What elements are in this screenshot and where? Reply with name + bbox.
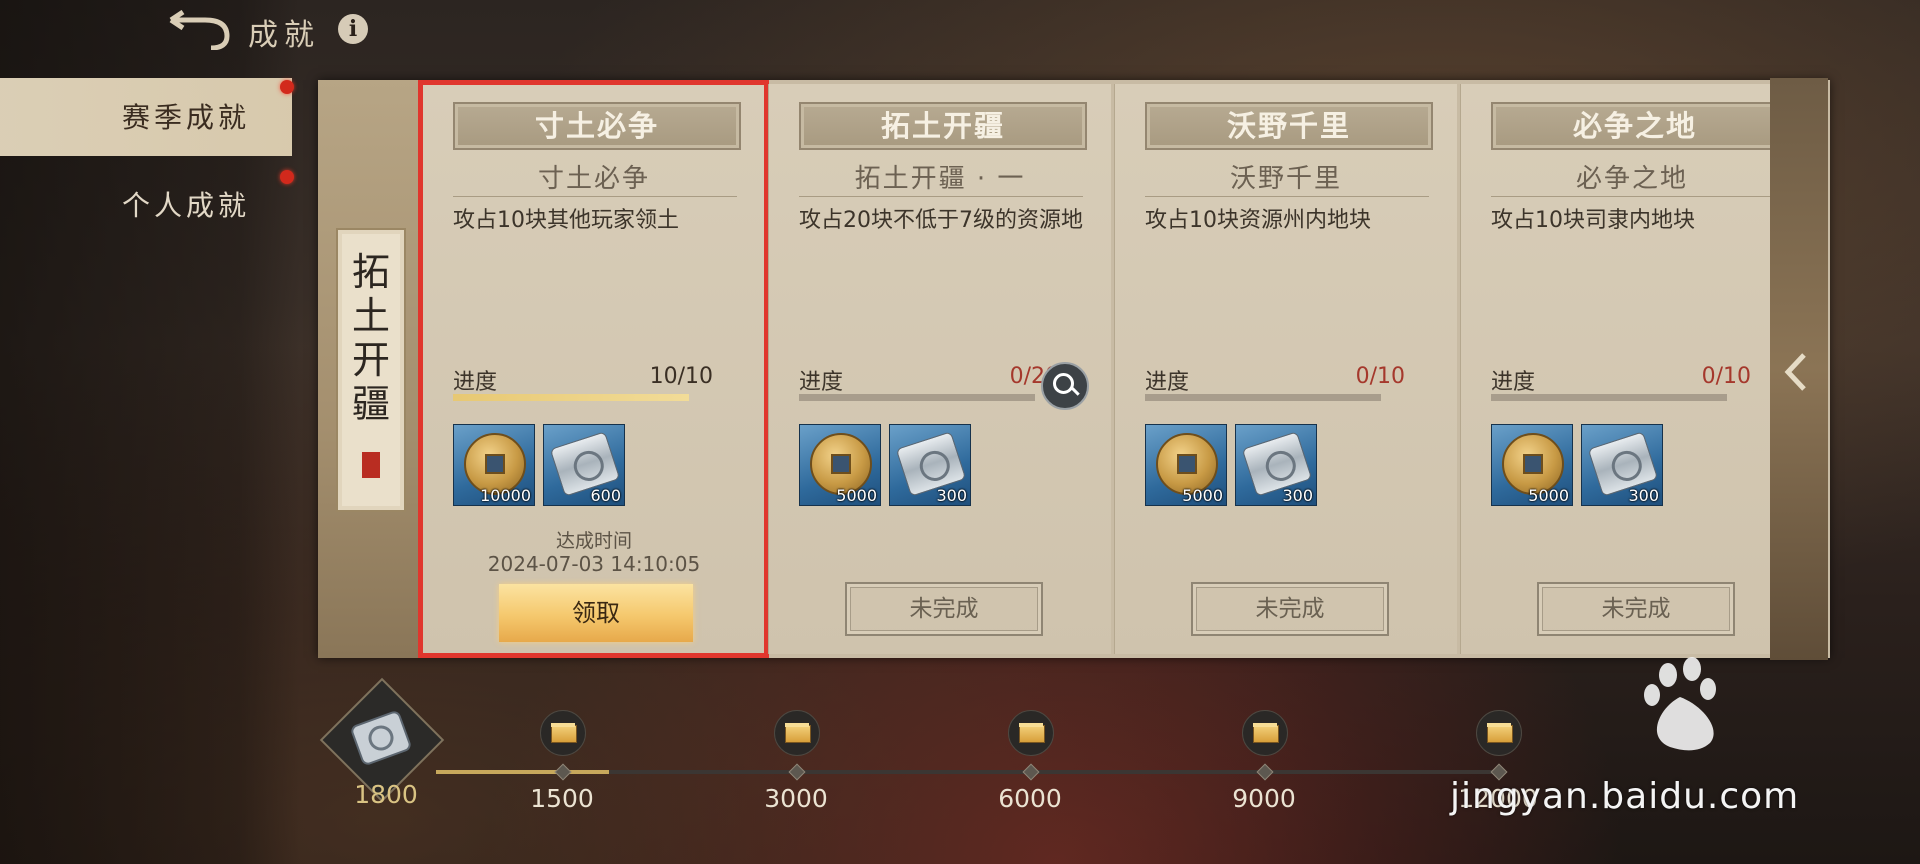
claim-button[interactable]: 领取 [499,584,693,642]
incomplete-button[interactable]: 未完成 [1537,582,1735,636]
card-title-banner: 拓土开疆 [799,102,1087,150]
card-description: 攻占10块司隶内地块 [1491,208,1695,233]
reward-item[interactable]: 5000 [1145,424,1227,506]
reward-quantity: 300 [936,486,967,505]
reward-quantity: 10000 [480,486,531,505]
card-subtitle: 必争之地 [1575,164,1688,194]
progress-bar [1491,394,1727,401]
card-description: 攻占20块不低于7级的资源地 [799,208,1083,233]
achievement-card: 沃野千里 沃野千里 攻占10块资源州内地块 进度 0/10 5000 300 未完成 [1114,84,1457,654]
milestone-label: 3000 [764,784,828,813]
card-subtitle: 沃野千里 [1229,164,1342,194]
card-title: 沃野千里 [1226,109,1351,143]
progress-label: 进度 [1491,370,1536,395]
progress-label: 进度 [799,370,844,395]
card-title: 拓土开疆 [880,109,1005,143]
milestone-label: 9000 [1232,784,1296,813]
milestone-chest-icon[interactable] [774,710,820,756]
category-scroll: 拓土开疆 [336,228,406,512]
tab-personal-achievements[interactable]: 个人成就 [0,166,292,244]
card-title: 必争之地 [1572,109,1697,143]
milestone-chest-icon[interactable] [1008,710,1054,756]
achievement-card: 必争之地 必争之地 攻占10块司隶内地块 进度 0/10 5000 300 未完成 [1460,84,1803,654]
progress-label: 进度 [1145,370,1190,395]
category-label: 拓土开疆 [351,250,390,426]
milestone-chest-icon[interactable] [1242,710,1288,756]
card-title-banner: 寸土必争 [453,102,741,150]
watermark-url: jingyan.baidu.com [1450,776,1800,817]
progress-label: 进度 [453,370,498,395]
scroll-left-arrow-icon[interactable] [1784,352,1808,392]
page-title: 成就 [248,18,320,53]
incomplete-button[interactable]: 未完成 [845,582,1043,636]
card-title: 寸土必争 [534,109,659,143]
info-icon[interactable]: i [338,14,368,44]
current-score: 1800 [354,780,418,809]
reward-quantity: 5000 [1182,486,1223,505]
completion-label: 达成时间 [555,530,632,552]
incomplete-button-label: 未完成 [1255,596,1325,622]
card-subtitle: 拓土开疆 · 一 [854,164,1026,194]
reward-quantity: 300 [1628,486,1659,505]
season-notification-dot [280,80,294,94]
tab-season-achievements[interactable]: 赛季成就 [0,78,292,156]
incomplete-button-label: 未完成 [909,596,979,622]
tab-personal-label: 个人成就 [122,189,251,222]
tab-season-label: 赛季成就 [122,101,251,134]
milestone-node [1256,763,1274,781]
reward-quantity: 5000 [1528,486,1569,505]
milestone-node [1022,763,1040,781]
reward-quantity: 600 [590,486,621,505]
reward-item[interactable]: 5000 [799,424,881,506]
divider [799,196,1083,197]
claim-button-label: 领取 [572,599,620,627]
progress-fill [453,394,689,401]
reward-item[interactable]: 300 [1581,424,1663,506]
progress-bar [1145,394,1381,401]
baidu-watermark-logo [1644,657,1716,751]
milestone-chest-icon[interactable] [540,710,586,756]
silver-scroll-icon [351,711,411,765]
achievement-card: 拓土开疆拓土开疆 · 一攻占20块不低于7级的资源地 进度 0/20 5000 300 未… [768,84,1111,654]
back-arrow-icon[interactable] [165,10,235,50]
reward-quantity: 300 [1282,486,1313,505]
progress-value: 0/10 [1701,364,1751,389]
seal-icon [362,452,380,478]
progress-value: 0/20 [1009,364,1059,389]
reward-item[interactable]: 600 [543,424,625,506]
card-description: 攻占10块其他玩家领土 [453,208,679,233]
reward-quantity: 5000 [836,486,877,505]
completion-time: 2024-07-03 14:10:05 [487,552,701,576]
progress-value: 0/10 [1355,364,1405,389]
personal-notification-dot [280,170,294,184]
reward-item[interactable]: 300 [889,424,971,506]
milestone-node [554,763,572,781]
milestone-node [788,763,806,781]
card-title-banner: 沃野千里 [1145,102,1433,150]
progress-bar [799,394,1035,401]
timeline-progress [436,770,609,774]
milestone-label: 1500 [530,784,594,813]
reward-item[interactable]: 5000 [1491,424,1573,506]
card-description: 攻占10块资源州内地块 [1145,208,1371,233]
progress-value: 10/10 [649,364,713,389]
divider [1491,196,1775,197]
divider [453,196,737,197]
reward-item[interactable]: 300 [1235,424,1317,506]
achievement-card: 寸土必争 寸土必争 攻占10块其他玩家领土 进度 10/10 10000 600 达成时间 20… [418,80,769,658]
reward-item[interactable]: 10000 [453,424,535,506]
card-title-banner: 必争之地 [1491,102,1779,150]
card-subtitle: 寸土必争 [537,164,650,194]
incomplete-button[interactable]: 未完成 [1191,582,1389,636]
milestone-label: 6000 [998,784,1062,813]
incomplete-button-label: 未完成 [1601,596,1671,622]
search-icon[interactable] [1041,362,1089,410]
divider [1145,196,1429,197]
progress-bar [453,394,689,401]
